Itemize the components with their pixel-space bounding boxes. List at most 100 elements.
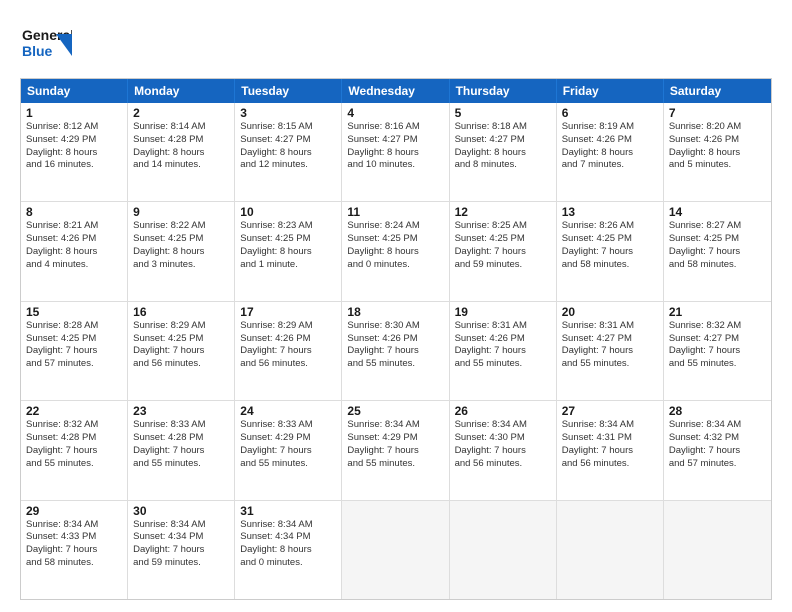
cell-info-line: Daylight: 7 hours [240, 345, 336, 358]
cell-info-line: and 59 minutes. [133, 557, 229, 570]
cell-info-line: Sunrise: 8:31 AM [562, 320, 658, 333]
cell-info-line: Daylight: 7 hours [562, 345, 658, 358]
cell-info-line: Sunset: 4:31 PM [562, 432, 658, 445]
header-day-sunday: Sunday [21, 79, 128, 103]
cell-info-line: Sunrise: 8:30 AM [347, 320, 443, 333]
calendar-cell: 20Sunrise: 8:31 AMSunset: 4:27 PMDayligh… [557, 302, 664, 400]
cell-info-line: Sunrise: 8:34 AM [347, 419, 443, 432]
cell-info-line: Sunset: 4:28 PM [133, 432, 229, 445]
cell-info-line: Sunrise: 8:34 AM [455, 419, 551, 432]
cell-info-line: Daylight: 8 hours [669, 147, 766, 160]
cell-info-line: and 55 minutes. [347, 458, 443, 471]
cell-info-line: Sunrise: 8:12 AM [26, 121, 122, 134]
cell-info-line: and 59 minutes. [455, 259, 551, 272]
cell-info-line: Sunset: 4:25 PM [347, 233, 443, 246]
cell-info-line: and 55 minutes. [455, 358, 551, 371]
day-number: 5 [455, 106, 551, 120]
cell-info-line: Sunset: 4:25 PM [26, 333, 122, 346]
calendar-cell: 26Sunrise: 8:34 AMSunset: 4:30 PMDayligh… [450, 401, 557, 499]
day-number: 7 [669, 106, 766, 120]
header-day-thursday: Thursday [450, 79, 557, 103]
calendar-cell: 1Sunrise: 8:12 AMSunset: 4:29 PMDaylight… [21, 103, 128, 201]
calendar-week-4: 22Sunrise: 8:32 AMSunset: 4:28 PMDayligh… [21, 401, 771, 500]
calendar-cell: 14Sunrise: 8:27 AMSunset: 4:25 PMDayligh… [664, 202, 771, 300]
cell-info-line: and 58 minutes. [562, 259, 658, 272]
cell-info-line: Daylight: 7 hours [669, 246, 766, 259]
cell-info-line: and 55 minutes. [669, 358, 766, 371]
cell-info-line: Sunrise: 8:32 AM [669, 320, 766, 333]
cell-info-line: Sunset: 4:26 PM [669, 134, 766, 147]
cell-info-line: Daylight: 8 hours [347, 147, 443, 160]
cell-info-line: Sunset: 4:26 PM [562, 134, 658, 147]
cell-info-line: Daylight: 8 hours [240, 246, 336, 259]
cell-info-line: and 57 minutes. [26, 358, 122, 371]
cell-info-line: Sunset: 4:25 PM [133, 333, 229, 346]
calendar-cell: 29Sunrise: 8:34 AMSunset: 4:33 PMDayligh… [21, 501, 128, 599]
cell-info-line: Daylight: 7 hours [562, 445, 658, 458]
cell-info-line: Sunrise: 8:34 AM [562, 419, 658, 432]
cell-info-line: Sunrise: 8:22 AM [133, 220, 229, 233]
cell-info-line: Sunrise: 8:15 AM [240, 121, 336, 134]
calendar-cell: 16Sunrise: 8:29 AMSunset: 4:25 PMDayligh… [128, 302, 235, 400]
calendar-cell: 19Sunrise: 8:31 AMSunset: 4:26 PMDayligh… [450, 302, 557, 400]
cell-info-line: Sunrise: 8:33 AM [133, 419, 229, 432]
calendar-cell: 18Sunrise: 8:30 AMSunset: 4:26 PMDayligh… [342, 302, 449, 400]
logo: General Blue [20, 16, 72, 68]
day-number: 14 [669, 205, 766, 219]
day-number: 15 [26, 305, 122, 319]
cell-info-line: and 5 minutes. [669, 159, 766, 172]
cell-info-line: Sunset: 4:28 PM [26, 432, 122, 445]
calendar-cell [342, 501, 449, 599]
header: General Blue [20, 16, 772, 68]
day-number: 29 [26, 504, 122, 518]
cell-info-line: Sunset: 4:34 PM [133, 531, 229, 544]
calendar-cell: 23Sunrise: 8:33 AMSunset: 4:28 PMDayligh… [128, 401, 235, 499]
cell-info-line: Sunrise: 8:27 AM [669, 220, 766, 233]
cell-info-line: and 55 minutes. [347, 358, 443, 371]
cell-info-line: Daylight: 7 hours [455, 246, 551, 259]
cell-info-line: and 0 minutes. [347, 259, 443, 272]
cell-info-line: Daylight: 7 hours [133, 544, 229, 557]
cell-info-line: and 56 minutes. [562, 458, 658, 471]
cell-info-line: and 12 minutes. [240, 159, 336, 172]
calendar-cell: 8Sunrise: 8:21 AMSunset: 4:26 PMDaylight… [21, 202, 128, 300]
calendar-cell [450, 501, 557, 599]
svg-text:Blue: Blue [22, 43, 53, 59]
day-number: 27 [562, 404, 658, 418]
cell-info-line: Sunset: 4:27 PM [240, 134, 336, 147]
cell-info-line: Daylight: 7 hours [455, 345, 551, 358]
cell-info-line: Daylight: 7 hours [347, 345, 443, 358]
calendar-cell: 12Sunrise: 8:25 AMSunset: 4:25 PMDayligh… [450, 202, 557, 300]
cell-info-line: Sunrise: 8:25 AM [455, 220, 551, 233]
day-number: 4 [347, 106, 443, 120]
cell-info-line: Daylight: 8 hours [133, 246, 229, 259]
day-number: 17 [240, 305, 336, 319]
calendar-cell: 4Sunrise: 8:16 AMSunset: 4:27 PMDaylight… [342, 103, 449, 201]
logo-icon: General Blue [20, 16, 72, 68]
day-number: 2 [133, 106, 229, 120]
calendar-cell [664, 501, 771, 599]
day-number: 11 [347, 205, 443, 219]
cell-info-line: Sunset: 4:26 PM [240, 333, 336, 346]
day-number: 1 [26, 106, 122, 120]
cell-info-line: Sunset: 4:27 PM [347, 134, 443, 147]
cell-info-line: Daylight: 7 hours [669, 345, 766, 358]
cell-info-line: and 0 minutes. [240, 557, 336, 570]
cell-info-line: and 16 minutes. [26, 159, 122, 172]
day-number: 9 [133, 205, 229, 219]
day-number: 24 [240, 404, 336, 418]
cell-info-line: Daylight: 8 hours [240, 544, 336, 557]
cell-info-line: Daylight: 8 hours [240, 147, 336, 160]
calendar-cell: 21Sunrise: 8:32 AMSunset: 4:27 PMDayligh… [664, 302, 771, 400]
cell-info-line: Sunrise: 8:24 AM [347, 220, 443, 233]
day-number: 19 [455, 305, 551, 319]
cell-info-line: Daylight: 7 hours [133, 445, 229, 458]
day-number: 3 [240, 106, 336, 120]
calendar-cell: 2Sunrise: 8:14 AMSunset: 4:28 PMDaylight… [128, 103, 235, 201]
calendar: SundayMondayTuesdayWednesdayThursdayFrid… [20, 78, 772, 600]
cell-info-line: Sunset: 4:25 PM [669, 233, 766, 246]
cell-info-line: Sunrise: 8:34 AM [669, 419, 766, 432]
cell-info-line: Sunset: 4:28 PM [133, 134, 229, 147]
cell-info-line: and 10 minutes. [347, 159, 443, 172]
cell-info-line: and 55 minutes. [133, 458, 229, 471]
